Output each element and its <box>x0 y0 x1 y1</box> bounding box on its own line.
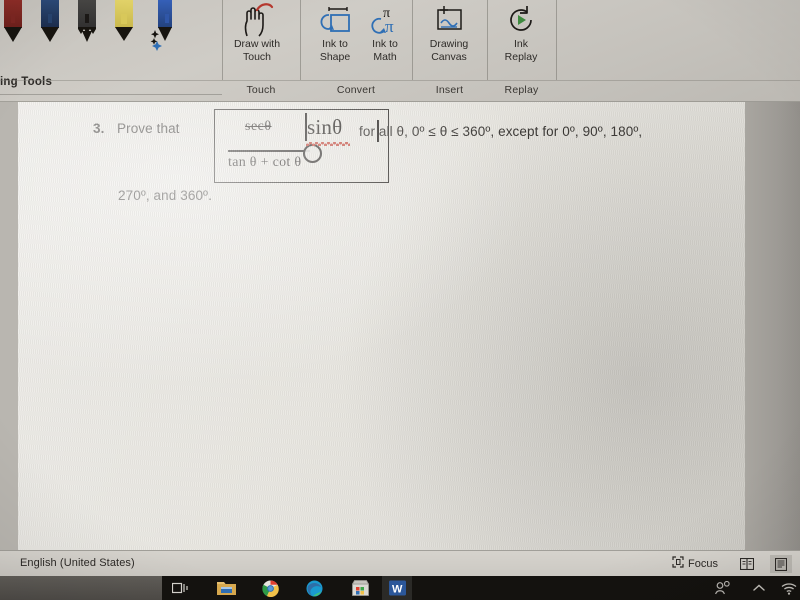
ribbon-group-divider <box>300 0 301 80</box>
problem-tail-text: for all θ, 0º ≤ θ ≤ 360º, except for 0º,… <box>359 124 643 139</box>
pencil-zigzag-tip <box>78 27 96 44</box>
pen-dark-red[interactable] <box>0 0 26 52</box>
edge-icon[interactable] <box>303 578 325 598</box>
ribbon-group-divider <box>222 0 223 80</box>
button-label-line1: Ink to <box>372 38 398 50</box>
language-status[interactable]: English (United States) <box>20 557 135 569</box>
group-label-touch: Touch <box>246 84 276 96</box>
group-label-convert: Convert <box>336 84 376 96</box>
right-margin-strip <box>745 102 800 550</box>
pen-tip <box>4 27 22 44</box>
taskbar-bezel-edge <box>0 576 162 600</box>
file-explorer-icon[interactable] <box>215 578 237 598</box>
text-cursor-secondary <box>377 120 379 142</box>
button-label-line2: Math <box>373 50 397 63</box>
button-label-line1: Drawing <box>429 38 469 50</box>
pen-nib <box>85 14 89 23</box>
people-icon[interactable] <box>712 579 734 597</box>
status-bar: English (United States) Focus <box>0 550 800 577</box>
show-hidden-icons-chevron-icon[interactable] <box>748 579 770 597</box>
focus-label: Focus <box>688 557 718 570</box>
button-label-line1: Ink <box>513 38 528 50</box>
fraction-bar <box>228 150 310 152</box>
laptop-screen-photo: ing Tools Draw with Touch Ink to Shape π… <box>0 0 800 600</box>
spellcheck-underline <box>306 142 350 146</box>
button-label-line2: Replay <box>504 50 538 63</box>
group-label-replay: Replay <box>504 84 539 96</box>
windows-taskbar: W <box>0 576 800 600</box>
print-layout-icon[interactable] <box>770 555 792 573</box>
highlighter-tip <box>115 27 133 44</box>
ribbon-group-divider <box>556 0 557 80</box>
pen-nib <box>121 14 127 24</box>
pencil-black[interactable] <box>74 0 100 52</box>
read-mode-icon[interactable] <box>736 555 758 573</box>
ribbon-group-label-row: Touch Convert Insert Replay <box>0 80 800 103</box>
highlighter-yellow[interactable] <box>111 0 137 52</box>
svg-text:W: W <box>392 584 403 596</box>
equation-field[interactable]: secθ tan θ + cot θ sinθ <box>214 109 389 183</box>
sparkle-icon <box>150 30 162 51</box>
chrome-icon[interactable] <box>259 578 281 598</box>
button-label-line2: Canvas <box>431 50 467 63</box>
problem-lead-text: Prove that <box>117 121 180 136</box>
ink-to-math-icon: π π <box>352 2 418 38</box>
ink-replay-icon <box>488 2 554 38</box>
pen-nib <box>48 14 52 23</box>
button-label-line2: Touch <box>242 50 272 63</box>
microsoft-store-icon[interactable] <box>349 578 371 598</box>
action-pen-blue[interactable] <box>150 0 176 52</box>
pen-blue-galaxy[interactable] <box>37 0 63 52</box>
drawing-canvas-icon <box>416 2 482 38</box>
hand-draw-icon <box>224 2 290 38</box>
word-icon[interactable]: W <box>386 578 408 598</box>
document-page[interactable]: 3. Prove that secθ tan θ + cot θ sinθ fo… <box>18 102 745 550</box>
wifi-icon[interactable] <box>778 579 800 597</box>
equation-selection-handle[interactable] <box>303 144 322 163</box>
button-label-line1: Draw with <box>233 38 281 50</box>
equation-numerator: secθ <box>245 119 272 134</box>
task-view-icon[interactable] <box>170 578 192 598</box>
drawing-canvas-button[interactable]: Drawing Canvas <box>416 2 482 63</box>
draw-with-touch-button[interactable]: Draw with Touch <box>224 2 290 63</box>
pen-nib <box>165 14 169 23</box>
equation-inserted-term: sinθ <box>307 115 343 139</box>
ink-to-math-button[interactable]: π π Ink to Math <box>352 2 418 63</box>
pen-tip <box>41 27 59 44</box>
ribbon: ing Tools Draw with Touch Ink to Shape π… <box>0 0 800 103</box>
svg-text:π: π <box>385 17 394 36</box>
equation-denominator: tan θ + cot θ <box>228 155 302 170</box>
focus-mode-button[interactable]: Focus <box>672 556 718 571</box>
problem-line2-text: 270º, and 360º. <box>118 188 212 203</box>
focus-icon <box>672 556 684 571</box>
problem-number: 3. <box>93 121 105 136</box>
document-area[interactable]: 3. Prove that secθ tan θ + cot θ sinθ fo… <box>0 102 800 550</box>
group-label-insert: Insert <box>435 84 464 96</box>
ink-replay-button[interactable]: Ink Replay <box>488 2 554 63</box>
pen-nib <box>11 14 15 23</box>
